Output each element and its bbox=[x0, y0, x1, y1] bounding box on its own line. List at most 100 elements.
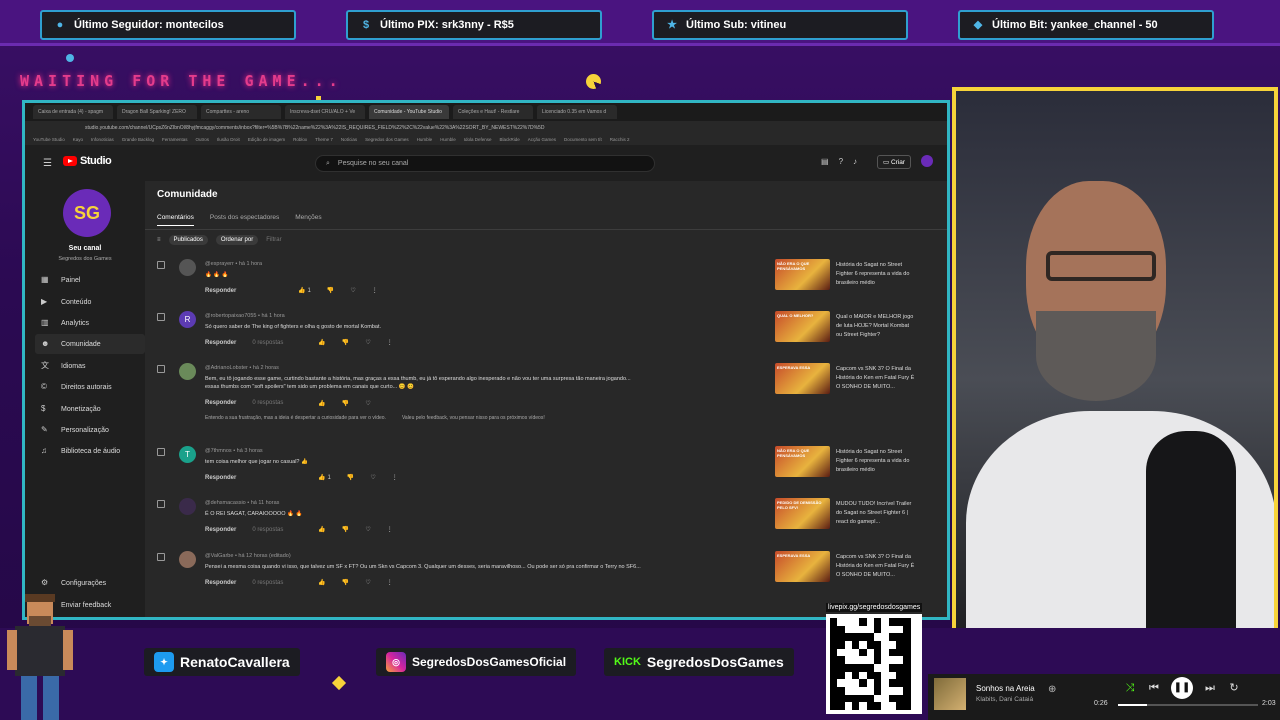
search-input[interactable]: ⌕ Pesquise no seu canal bbox=[315, 155, 655, 172]
qr-code[interactable] bbox=[826, 614, 922, 714]
comment-author[interactable]: @esprayerr bbox=[205, 261, 234, 267]
dislike-button[interactable]: 👎 bbox=[342, 579, 349, 586]
previous-icon[interactable]: ⏮ bbox=[1146, 680, 1162, 696]
comment-avatar[interactable] bbox=[179, 363, 196, 380]
shuffle-icon[interactable]: ⤨ bbox=[1122, 680, 1138, 696]
video-thumbnail[interactable]: PEDIDO DE DEMISSÃO PELO SFV! bbox=[775, 498, 830, 529]
sidebar-item-painel[interactable]: ▦ Painel bbox=[35, 270, 145, 290]
bookmark[interactable]: Segredos dos Games bbox=[365, 137, 409, 143]
menu-icon[interactable]: ☰ bbox=[43, 158, 52, 169]
filter-input[interactable]: Filtrar bbox=[266, 237, 281, 243]
order-filter[interactable]: Ordenar por bbox=[215, 235, 259, 245]
replies-count[interactable]: 0 respostas bbox=[252, 400, 302, 406]
bookmark[interactable]: Notícias bbox=[341, 137, 357, 143]
more-button[interactable]: ⋮ bbox=[372, 287, 378, 294]
sidebar-item-idiomas[interactable]: 文 Idiomas bbox=[35, 356, 145, 376]
bookmark[interactable]: Idola Defense bbox=[464, 137, 492, 143]
more-button[interactable]: ⋮ bbox=[387, 526, 393, 533]
comment-checkbox[interactable] bbox=[157, 261, 165, 269]
reply-button[interactable]: Responder bbox=[205, 580, 236, 586]
bookmark[interactable]: Ferramentas bbox=[162, 137, 188, 143]
like-button[interactable]: 👍 bbox=[318, 400, 325, 407]
reply-button[interactable]: Responder bbox=[205, 527, 236, 533]
bookmark[interactable]: Edição de imagem bbox=[248, 137, 285, 143]
create-button[interactable]: ▭ Criar bbox=[877, 155, 912, 169]
twitter-handle[interactable]: ✦ RenatoCavallera bbox=[144, 648, 300, 676]
help-icon[interactable]: ? bbox=[839, 157, 843, 166]
dislike-button[interactable]: 👎 bbox=[342, 339, 349, 346]
comment-checkbox[interactable] bbox=[157, 500, 165, 508]
reply-button[interactable]: Responder bbox=[205, 400, 236, 406]
replies-count[interactable]: 0 respostas bbox=[252, 340, 302, 346]
sidebar-item-personalizacao[interactable]: ✎ Personalização bbox=[35, 420, 145, 440]
video-title[interactable]: Capcom vs SNK 3? O Final da História do … bbox=[836, 365, 916, 391]
instagram-handle[interactable]: ◎ SegredosDosGamesOficial bbox=[376, 648, 577, 676]
heart-button[interactable]: ♡ bbox=[365, 526, 370, 533]
sidebar-item-configuracoes[interactable]: ⚙ Configurações bbox=[35, 573, 145, 593]
studio-logo[interactable]: Studio bbox=[63, 155, 112, 167]
heart-button[interactable]: ♡ bbox=[350, 287, 355, 294]
sidebar-item-analytics[interactable]: ▥ Analytics bbox=[35, 313, 145, 333]
more-button[interactable]: ⋮ bbox=[387, 339, 393, 346]
video-title[interactable]: MUDOU TUDO! Incrível Trailer do Sagat no… bbox=[836, 500, 916, 526]
video-thumbnail[interactable]: NÃO ERA O QUE PENSÁVAMOS bbox=[775, 259, 830, 290]
filter-icon[interactable]: ≡ bbox=[157, 237, 161, 243]
bookmark[interactable]: Ilusão Droit bbox=[217, 137, 240, 143]
comment-checkbox[interactable] bbox=[157, 365, 165, 373]
video-title[interactable]: Capcom vs SNK 3? O Final da História do … bbox=[836, 553, 916, 579]
sidebar-item-comunidade[interactable]: ☻ Comunidade bbox=[35, 334, 145, 354]
like-button[interactable]: 👍 bbox=[318, 526, 325, 533]
bell-icon[interactable]: ♪ bbox=[853, 157, 857, 166]
comment-author[interactable]: @dehsmacassio bbox=[205, 500, 246, 506]
replies-count[interactable]: 0 respostas bbox=[252, 580, 302, 586]
account-avatar[interactable] bbox=[921, 155, 933, 167]
bookmark[interactable]: Humble bbox=[417, 137, 433, 143]
comment-checkbox[interactable] bbox=[157, 553, 165, 561]
like-button[interactable]: 👍 1 bbox=[298, 287, 310, 294]
channel-avatar[interactable]: SG bbox=[63, 189, 111, 237]
browser-tab[interactable]: Caixa de entrada (4) - spagm bbox=[33, 105, 113, 119]
sidebar-item-direitos[interactable]: © Direitos autorais bbox=[35, 377, 145, 397]
tab-posts[interactable]: Posts dos espectadores bbox=[210, 214, 279, 226]
bookmark[interactable]: Theme 7 bbox=[315, 137, 333, 143]
comment-avatar[interactable] bbox=[179, 259, 196, 276]
comment-avatar[interactable] bbox=[179, 551, 196, 568]
bookmark[interactable]: BlackRide bbox=[499, 137, 519, 143]
video-title[interactable]: História do Sagat no Street Fighter 6 re… bbox=[836, 261, 916, 287]
heart-button[interactable]: ♡ bbox=[365, 339, 370, 346]
address-bar[interactable]: studio.youtube.com/channel/UCpsZ6nZIbnOl… bbox=[25, 121, 947, 135]
bookmark[interactable]: YouTube Studio bbox=[33, 137, 65, 143]
heart-button[interactable]: ♡ bbox=[370, 474, 375, 481]
browser-tab-active[interactable]: Comunidade - YouTube Studio bbox=[369, 105, 449, 119]
reply-button[interactable]: Responder bbox=[205, 288, 236, 294]
like-button[interactable]: 👍 bbox=[318, 579, 325, 586]
video-thumbnail[interactable]: QUAL O MELHOR? bbox=[775, 311, 830, 342]
bookmark[interactable]: Documento sem tít bbox=[564, 137, 602, 143]
browser-tab[interactable]: Dragon Ball Sparking! ZERO bbox=[117, 105, 197, 119]
comment-author[interactable]: @robertopaixao7055 bbox=[205, 313, 256, 319]
comment-avatar[interactable] bbox=[179, 498, 196, 515]
bookmark[interactable]: Kayo bbox=[73, 137, 83, 143]
comment-checkbox[interactable] bbox=[157, 448, 165, 456]
like-button[interactable]: 👍 1 bbox=[318, 474, 330, 481]
comment-avatar[interactable]: T bbox=[179, 446, 196, 463]
more-button[interactable]: ⋮ bbox=[392, 474, 398, 481]
comment-avatar[interactable]: R bbox=[179, 311, 196, 328]
add-icon[interactable]: ⊕ bbox=[1048, 684, 1056, 695]
tab-comentarios[interactable]: Comentários bbox=[157, 214, 194, 226]
video-title[interactable]: História do Sagat no Street Fighter 6 re… bbox=[836, 448, 916, 474]
comment-checkbox[interactable] bbox=[157, 313, 165, 321]
kick-handle[interactable]: KICK SegredosDosGames bbox=[604, 648, 794, 676]
like-button[interactable]: 👍 bbox=[318, 339, 325, 346]
browser-tab[interactable]: Inscreva-dset CRU/ALO + Ve bbox=[285, 105, 365, 119]
browser-tab[interactable]: Licenciado 0.35 em Vamos d bbox=[537, 105, 617, 119]
heart-button[interactable]: ♡ bbox=[365, 579, 370, 586]
tab-mencoes[interactable]: Menções bbox=[295, 214, 321, 226]
bookmark[interactable]: Humble bbox=[440, 137, 456, 143]
video-thumbnail[interactable]: ESPERAVA ESSA bbox=[775, 551, 830, 582]
reply-button[interactable]: Responder bbox=[205, 340, 236, 346]
comment-author[interactable]: @ValGarbe bbox=[205, 553, 233, 559]
sidebar-item-biblioteca[interactable]: ♫ Biblioteca de áudio bbox=[35, 441, 145, 461]
bookmark[interactable]: Roblox bbox=[293, 137, 307, 143]
published-filter[interactable]: Publicados bbox=[168, 235, 208, 245]
